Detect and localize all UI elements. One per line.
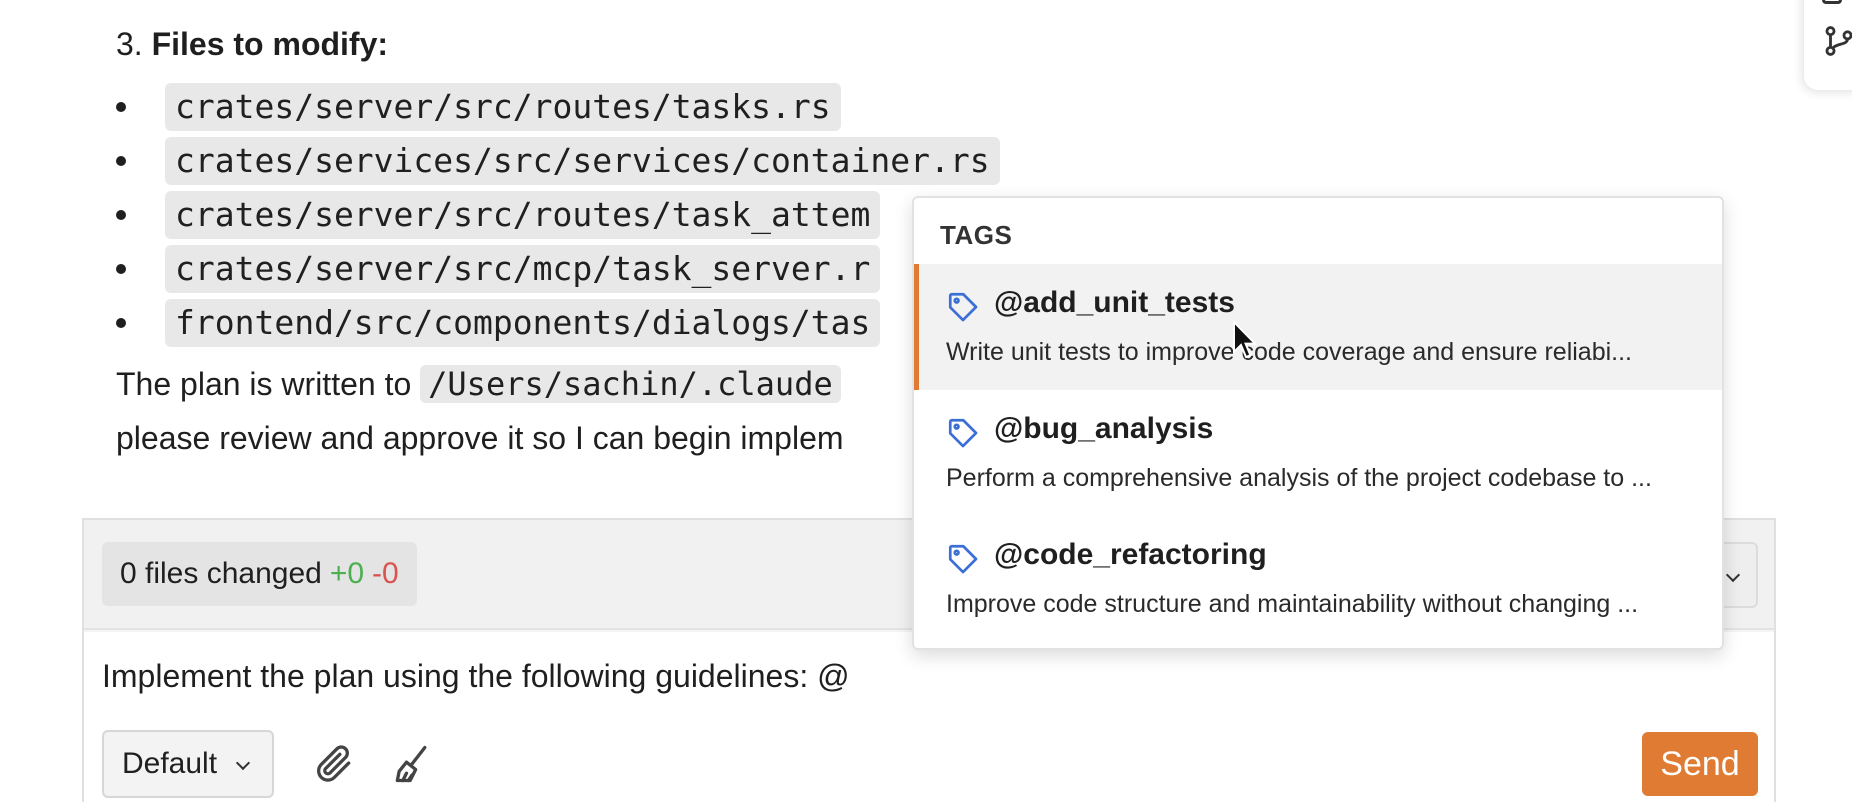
list-item: crates/server/src/routes/task_attem [116, 188, 1000, 242]
message-input[interactable]: Implement the plan using the following g… [102, 654, 850, 698]
tags-dropdown: TAGS @add_unit_tests Write unit tests to… [912, 196, 1724, 650]
mode-select[interactable]: Default [102, 730, 274, 798]
step-number: 3. [116, 26, 143, 62]
bullet [116, 264, 126, 274]
tag-icon [948, 544, 978, 574]
plan-prefix: The plan is written to [116, 366, 412, 402]
bullet [116, 210, 126, 220]
tag-description: Improve code structure and maintainabili… [946, 590, 1639, 618]
file-path: crates/server/src/routes/task_attem [165, 191, 881, 239]
chevron-down-icon [1725, 567, 1741, 583]
file-path: frontend/src/components/dialogs/tas [165, 299, 881, 347]
broom-icon[interactable] [390, 742, 434, 786]
plan-review-line: please review and approve it so I can be… [116, 420, 844, 456]
mode-select-value: Default [122, 747, 218, 780]
step-heading: 3. Files to modify: [116, 24, 388, 64]
chevron-down-icon [235, 755, 251, 771]
tag-name: @code_refactoring [994, 538, 1267, 571]
step-title: Files to modify: [151, 26, 389, 62]
git-branch-icon[interactable] [1822, 24, 1852, 58]
toolbar-icon[interactable] [1822, 0, 1842, 4]
tag-option-add-unit-tests[interactable]: @add_unit_tests Write unit tests to impr… [914, 264, 1722, 390]
bullet [116, 156, 126, 166]
files-changed-button[interactable]: 0 files changed +0 -0 [102, 542, 417, 606]
tag-description: Write unit tests to improve code coverag… [946, 338, 1632, 366]
file-path: crates/server/src/mcp/task_server.r [165, 245, 881, 293]
bullet [116, 318, 126, 328]
tag-option-bug-analysis[interactable]: @bug_analysis Perform a comprehensive an… [914, 390, 1722, 516]
tag-option-code-refactoring[interactable]: @code_refactoring Improve code structure… [914, 516, 1722, 642]
send-button[interactable]: Send [1642, 732, 1758, 796]
tag-name: @bug_analysis [994, 412, 1214, 445]
files-changed-label: 0 files changed [120, 557, 322, 590]
mouse-cursor-icon [1233, 320, 1258, 359]
plan-path: /Users/sachin/.claude [420, 365, 841, 403]
list-item: crates/server/src/routes/tasks.rs [116, 80, 1000, 134]
message-input-area[interactable]: Implement the plan using the following g… [84, 632, 1774, 802]
tag-icon [948, 418, 978, 448]
file-path: crates/server/src/routes/tasks.rs [165, 83, 841, 131]
file-path: crates/services/src/services/container.r… [165, 137, 1000, 185]
list-item: frontend/src/components/dialogs/tas [116, 296, 1000, 350]
list-item: crates/services/src/services/container.r… [116, 134, 1000, 188]
side-toolbar [1804, 0, 1852, 90]
lines-removed: -0 [372, 557, 399, 590]
list-item: crates/server/src/mcp/task_server.r [116, 242, 1000, 296]
plan-location-line: The plan is written to /Users/sachin/.cl… [116, 360, 841, 408]
bullet [116, 102, 126, 112]
cut-off-heading [860, 0, 869, 14]
dropdown-heading: TAGS [940, 220, 1013, 250]
files-list: crates/server/src/routes/tasks.rs crates… [116, 80, 1000, 350]
tag-description: Perform a comprehensive analysis of the … [946, 464, 1652, 492]
tag-icon [948, 292, 978, 322]
paperclip-icon[interactable] [312, 742, 356, 786]
lines-added: +0 [329, 557, 365, 590]
tag-name: @add_unit_tests [994, 286, 1235, 319]
